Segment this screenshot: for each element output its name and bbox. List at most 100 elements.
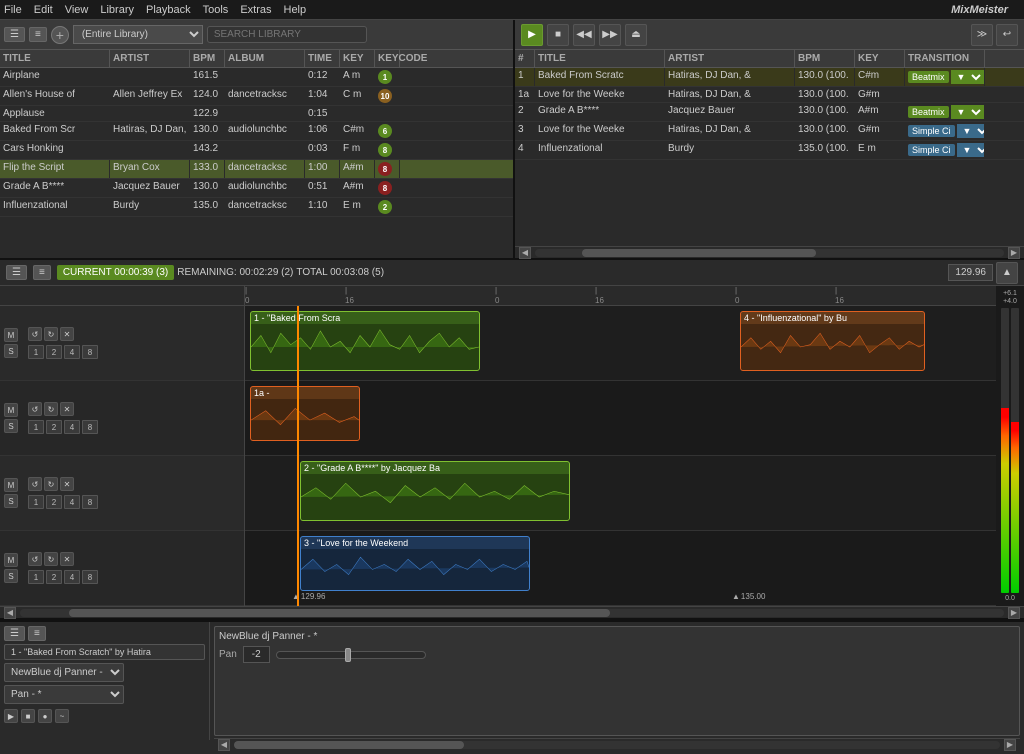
library-row-0[interactable]: Airplane 161.5 0:12 A m 1: [0, 68, 513, 87]
track-fwd-4[interactable]: ↻: [44, 552, 58, 566]
menu-view[interactable]: View: [65, 4, 89, 16]
track-rew-3[interactable]: ↺: [28, 477, 42, 491]
knob-4-2[interactable]: 4: [64, 420, 80, 434]
track-del-1[interactable]: ✕: [60, 327, 74, 341]
library-row-1[interactable]: Allen's House of Allen Jeffrey Ex 124.0 …: [0, 87, 513, 106]
track-del-3[interactable]: ✕: [60, 477, 74, 491]
track-fwd-1[interactable]: ↻: [44, 327, 58, 341]
library-row-7[interactable]: Influenzational Burdy 135.0 dancetracksc…: [0, 198, 513, 217]
track-solo-1[interactable]: S: [4, 344, 18, 358]
track-rew-4[interactable]: ↺: [28, 552, 42, 566]
library-row-6[interactable]: Grade A B**** Jacquez Bauer 130.0 audiol…: [0, 179, 513, 198]
menu-help[interactable]: Help: [284, 4, 307, 16]
tl-scroll-track[interactable]: [20, 609, 1004, 617]
playlist-row-4[interactable]: 4 Influenzational Burdy 135.0 (100. E m …: [515, 141, 1024, 160]
menu-file[interactable]: File: [4, 4, 22, 16]
bottom-stop-btn[interactable]: ■: [21, 709, 35, 723]
playlist-row-3[interactable]: 3 Love for the Weeke Hatiras, DJ Dan, & …: [515, 122, 1024, 141]
knob-4-1[interactable]: 4: [64, 345, 80, 359]
knob-8-4[interactable]: 8: [82, 570, 98, 584]
pan-slider[interactable]: [276, 651, 426, 659]
knob-2-2[interactable]: 2: [46, 420, 62, 434]
knob-2-1[interactable]: 2: [46, 345, 62, 359]
forward-button[interactable]: ▶▶: [599, 24, 621, 46]
bpm-up[interactable]: ▲: [996, 262, 1018, 284]
knob-1-1[interactable]: 1: [28, 345, 44, 359]
library-filter-dropdown[interactable]: (Entire Library): [73, 25, 203, 44]
bp-scroll-right[interactable]: ▶: [1004, 739, 1016, 751]
track-solo-4[interactable]: S: [4, 569, 18, 583]
transition-select-3[interactable]: ▼: [957, 124, 985, 138]
knob-2-3[interactable]: 2: [46, 495, 62, 509]
library-row-5[interactable]: Flip the Script Bryan Cox 133.0 dancetra…: [0, 160, 513, 179]
playlist-opt2[interactable]: ↩: [996, 24, 1018, 46]
library-row-3[interactable]: Baked From Scr Hatiras, DJ Dan, 130.0 au…: [0, 122, 513, 141]
track-block-1a[interactable]: 1a -: [250, 386, 360, 441]
track-block-1[interactable]: 1 - "Baked From Scra: [250, 311, 480, 371]
stop-button[interactable]: ■: [547, 24, 569, 46]
add-track-btn[interactable]: +: [51, 26, 69, 44]
knob-4-3[interactable]: 4: [64, 495, 80, 509]
track-fwd-2[interactable]: ↻: [44, 402, 58, 416]
track-rew-2[interactable]: ↺: [28, 402, 42, 416]
knob-8-1[interactable]: 8: [82, 345, 98, 359]
track-mute-3[interactable]: M: [4, 478, 18, 492]
library-row-4[interactable]: Cars Honking 143.2 0:03 F m 8: [0, 141, 513, 160]
track-del-2[interactable]: ✕: [60, 402, 74, 416]
transition-select-0[interactable]: ▼: [951, 70, 984, 84]
track-solo-2[interactable]: S: [4, 419, 18, 433]
track-block-3[interactable]: 3 - "Love for the Weekend: [300, 536, 530, 591]
menu-edit[interactable]: Edit: [34, 4, 53, 16]
track-block-2[interactable]: 2 - "Grade A B****" by Jacquez Ba: [300, 461, 570, 521]
transition-select-2[interactable]: ▼: [951, 105, 984, 119]
knob-2-4[interactable]: 2: [46, 570, 62, 584]
track-rew-1[interactable]: ↺: [28, 327, 42, 341]
bp-scroll-left[interactable]: ◀: [218, 739, 230, 751]
tl-scroll-right[interactable]: ▶: [1008, 607, 1020, 619]
timeline-view-btn[interactable]: ☰: [6, 265, 27, 280]
pan-slider-thumb[interactable]: [345, 648, 351, 662]
knob-4-4[interactable]: 4: [64, 570, 80, 584]
play-button[interactable]: ▶: [521, 24, 543, 46]
bottom-list-btn[interactable]: ☰: [4, 626, 25, 641]
pl-scroll-track[interactable]: [535, 249, 1004, 257]
track-mute-4[interactable]: M: [4, 553, 18, 567]
library-row-2[interactable]: Applause 122.9 0:15: [0, 106, 513, 122]
tl-scroll-thumb[interactable]: [69, 609, 610, 617]
knob-8-2[interactable]: 8: [82, 420, 98, 434]
bottom-play-btn[interactable]: ▶: [4, 709, 18, 723]
playlist-row-0[interactable]: 1 Baked From Scratc Hatiras, DJ Dan, & 1…: [515, 68, 1024, 87]
menu-tools[interactable]: Tools: [203, 4, 229, 16]
knob-1-3[interactable]: 1: [28, 495, 44, 509]
bp-scroll-track[interactable]: [234, 741, 1000, 749]
bottom-plugin1-dropdown[interactable]: NewBlue dj Panner - *: [4, 663, 124, 682]
bottom-rec-btn[interactable]: ●: [38, 709, 52, 723]
playlist-row-2[interactable]: 2 Grade A B**** Jacquez Bauer 130.0 (100…: [515, 103, 1024, 122]
pl-scroll-left[interactable]: ◀: [519, 247, 531, 259]
tl-scroll-left[interactable]: ◀: [4, 607, 16, 619]
track-fwd-3[interactable]: ↻: [44, 477, 58, 491]
knob-1-4[interactable]: 1: [28, 570, 44, 584]
track-block-4[interactable]: 4 - "Influenzational" by Bu: [740, 311, 925, 371]
track-mute-2[interactable]: M: [4, 403, 18, 417]
search-input[interactable]: [207, 26, 367, 43]
timeline-list-btn[interactable]: ≡: [33, 265, 51, 280]
playlist-row-1[interactable]: 1a Love for the Weeke Hatiras, DJ Dan, &…: [515, 87, 1024, 103]
detail-view-btn[interactable]: ≡: [29, 27, 47, 42]
transition-select-4[interactable]: ▼: [957, 143, 985, 157]
bottom-waveform-btn[interactable]: ~: [55, 709, 69, 723]
pl-scroll-right[interactable]: ▶: [1008, 247, 1020, 259]
bottom-detail-btn[interactable]: ≡: [28, 626, 46, 641]
track-del-4[interactable]: ✕: [60, 552, 74, 566]
bottom-plugin2-dropdown[interactable]: Pan - *: [4, 685, 124, 704]
knob-1-2[interactable]: 1: [28, 420, 44, 434]
track-mute-1[interactable]: M: [4, 328, 18, 342]
playlist-opt1[interactable]: ≫: [971, 24, 993, 46]
menu-extras[interactable]: Extras: [240, 4, 271, 16]
track-solo-3[interactable]: S: [4, 494, 18, 508]
menu-library[interactable]: Library: [100, 4, 134, 16]
list-view-btn[interactable]: ☰: [4, 27, 25, 42]
rewind-button[interactable]: ◀◀: [573, 24, 595, 46]
knob-8-3[interactable]: 8: [82, 495, 98, 509]
eject-button[interactable]: ⏏: [625, 24, 647, 46]
